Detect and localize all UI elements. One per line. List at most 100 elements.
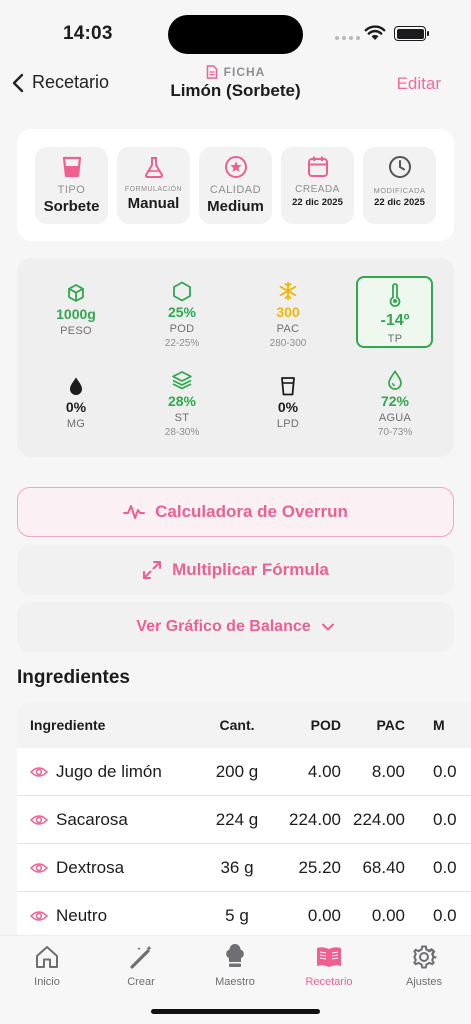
header-m[interactable]: M xyxy=(433,702,471,748)
table-row[interactable]: Dextrosa 36 g 25.20 68.40 0.0 xyxy=(17,844,471,891)
header-pac[interactable]: PAC xyxy=(347,702,405,748)
balance-chart-toggle[interactable]: Ver Gráfico de Balance xyxy=(17,602,454,652)
dynamic-island xyxy=(168,15,303,54)
table-header: Ingrediente Cant. POD PAC M xyxy=(17,702,471,748)
balance-label: Ver Gráfico de Balance xyxy=(136,618,311,635)
stat-value: 25% xyxy=(167,304,197,320)
chef-hat-icon xyxy=(226,944,244,967)
ingredient-pod: 0.00 xyxy=(307,905,341,925)
meta-tile-formulacion: FORMULACIÓN Manual xyxy=(117,147,190,224)
ingredient-pac: 68.40 xyxy=(362,857,405,877)
ingredient-pac: 8.00 xyxy=(371,761,405,781)
meta-value: Manual xyxy=(127,195,180,212)
multiply-label: Multiplicar Fórmula xyxy=(172,560,329,579)
stat-value: -14º xyxy=(380,312,410,329)
clock-icon xyxy=(388,156,411,178)
stat-value: 72% xyxy=(380,393,410,409)
stat-lpd: 0% LPD xyxy=(243,375,333,430)
battery-icon xyxy=(394,26,429,41)
tab-label: Inicio xyxy=(34,976,60,988)
tab-inicio[interactable]: Inicio xyxy=(12,942,82,988)
tab-crear[interactable]: Crear xyxy=(106,942,176,988)
header-cant[interactable]: Cant. xyxy=(202,702,272,748)
meta-card: TIPO Sorbete FORMULACIÓN Manual CALIDAD … xyxy=(17,129,454,241)
meta-tile-creada: CREADA 22 dic 2025 xyxy=(281,147,354,224)
stat-value: 1000g xyxy=(56,306,96,322)
house-icon xyxy=(36,946,58,968)
tab-label: Maestro xyxy=(215,976,255,988)
gear-icon xyxy=(413,945,437,969)
chevron-down-icon xyxy=(321,623,334,631)
waveform-icon xyxy=(123,505,146,519)
stat-value: 28% xyxy=(167,393,197,409)
edit-button[interactable]: Editar xyxy=(397,74,441,94)
header-ingrediente[interactable]: Ingrediente xyxy=(30,702,105,748)
ingredient-name: Sacarosa xyxy=(56,809,128,829)
tab-maestro[interactable]: Maestro xyxy=(200,942,270,988)
overrun-calculator-button[interactable]: Calculadora de Overrun xyxy=(17,487,454,537)
ingredient-cant: 5 g xyxy=(225,905,249,925)
ingredient-m: 0.0 xyxy=(433,809,457,829)
home-indicator xyxy=(151,1009,320,1014)
eye-icon[interactable] xyxy=(30,862,48,874)
snowflake-icon xyxy=(279,281,297,301)
tab-recetario[interactable]: Recetario xyxy=(294,942,364,988)
drop-icon xyxy=(70,377,82,395)
meta-tile-tipo: TIPO Sorbete xyxy=(35,147,108,224)
meta-label: CREADA xyxy=(295,184,340,195)
cube-icon xyxy=(68,284,84,302)
table-row[interactable]: Sacarosa 224 g 224.00 224.00 0.0 xyxy=(17,796,471,843)
stat-range: 280-300 xyxy=(269,338,307,349)
stat-label: MG xyxy=(66,418,86,430)
ingredient-pod: 4.00 xyxy=(307,761,341,781)
stat-value: 0% xyxy=(277,399,299,415)
ingredient-pod: 25.20 xyxy=(298,857,341,877)
stat-st: 28% ST 28-30% xyxy=(137,369,227,438)
meta-value: Medium xyxy=(207,198,264,215)
eye-icon[interactable] xyxy=(30,766,48,778)
calendar-icon xyxy=(307,156,328,177)
ingredient-pac: 224.00 xyxy=(353,809,405,829)
meta-tile-calidad: CALIDAD Medium xyxy=(199,147,272,224)
water-drop-icon xyxy=(388,370,402,390)
tab-label: Recetario xyxy=(305,976,353,988)
meta-label: MODIFICADA xyxy=(373,186,426,195)
meta-label: TIPO xyxy=(57,184,86,196)
book-icon xyxy=(317,947,341,967)
ingredient-m: 0.0 xyxy=(433,761,457,781)
star-circle-icon xyxy=(224,156,247,178)
layers-icon xyxy=(172,371,192,390)
nav-bar: Recetario FICHA Limón (Sorbete) Editar xyxy=(0,62,471,110)
ingredient-pod: 224.00 xyxy=(289,809,341,829)
tab-ajustes[interactable]: Ajustes xyxy=(389,942,459,988)
hexagon-icon xyxy=(173,281,191,301)
table-row[interactable]: Neutro 5 g 0.00 0.00 0.0 xyxy=(17,892,471,935)
ingredient-cant: 224 g xyxy=(215,809,259,829)
header-pod[interactable]: POD xyxy=(275,702,341,748)
expand-arrows-icon xyxy=(143,561,162,579)
ingredients-table[interactable]: Ingrediente Cant. POD PAC M Jugo de limó… xyxy=(17,702,471,935)
stat-label: TP xyxy=(387,333,403,345)
stat-label: ST xyxy=(174,412,190,424)
eye-icon[interactable] xyxy=(30,910,48,922)
meta-tile-modificada: MODIFICADA 22 dic 2025 xyxy=(363,147,436,224)
stat-peso: 1000g PESO xyxy=(31,282,121,337)
magic-wand-icon xyxy=(130,945,152,969)
multiply-formula-button[interactable]: Multiplicar Fórmula xyxy=(17,545,454,595)
stat-pod: 25% POD 22-25% xyxy=(137,280,227,349)
stat-agua: 72% AGUA 70-73% xyxy=(350,369,440,438)
meta-value: Sorbete xyxy=(43,198,100,215)
stat-label: AGUA xyxy=(378,412,412,424)
stat-range: 22-25% xyxy=(164,338,200,349)
glass-icon xyxy=(281,377,295,396)
stat-pac: 300 PAC 280-300 xyxy=(243,280,333,349)
balance-stats-card: 1000g PESO 25% POD 22-25% 300 PAC 280-30… xyxy=(17,258,454,457)
overrun-label: Calculadora de Overrun xyxy=(155,502,348,521)
stat-label: PAC xyxy=(276,323,300,335)
table-row[interactable]: Jugo de limón 200 g 4.00 8.00 0.0 xyxy=(17,748,471,795)
flask-icon xyxy=(144,157,163,178)
stat-label: POD xyxy=(169,323,195,335)
document-icon xyxy=(206,65,217,79)
eye-icon[interactable] xyxy=(30,814,48,826)
ingredient-name: Jugo de limón xyxy=(56,761,162,781)
